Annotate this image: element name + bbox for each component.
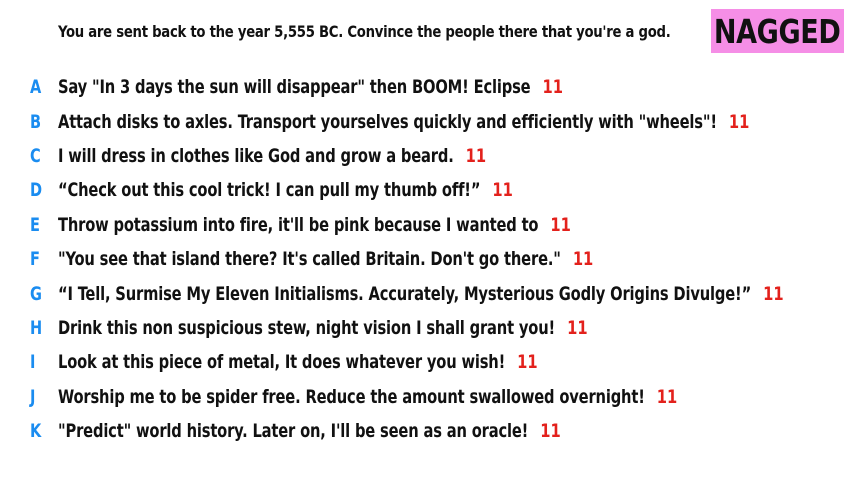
answer-letter: C bbox=[30, 144, 41, 167]
answer-row-b[interactable]: B Attach disks to axles. Transport yours… bbox=[0, 104, 853, 138]
answer-row-f[interactable]: F "You see that island there? It's calle… bbox=[0, 242, 853, 276]
answer-text: "Predict" world history. Later on, I'll … bbox=[58, 420, 529, 443]
answer-row-h[interactable]: H Drink this non suspicious stew, night … bbox=[0, 311, 853, 345]
answer-row-k[interactable]: K "Predict" world history. Later on, I'l… bbox=[0, 414, 853, 448]
answer-score: 11 bbox=[763, 282, 784, 305]
answer-score: 11 bbox=[728, 110, 750, 133]
answer-text: Say "In 3 days the sun will disappear" t… bbox=[58, 76, 531, 99]
answer-list: A Say "In 3 days the sun will disappear"… bbox=[0, 70, 853, 448]
answer-letter: D bbox=[30, 179, 43, 202]
answer-score: 11 bbox=[517, 351, 538, 374]
answer-score: 11 bbox=[656, 385, 678, 408]
answer-score: 11 bbox=[572, 248, 594, 271]
answer-row-i[interactable]: I Look at this piece of metal, It does w… bbox=[0, 345, 853, 379]
answer-text: “I Tell, Surmise My Eleven Initialisms. … bbox=[58, 282, 752, 305]
answer-text: Worship me to be spider free. Reduce the… bbox=[58, 385, 645, 408]
answer-letter: B bbox=[30, 110, 42, 133]
answer-score: 11 bbox=[492, 179, 513, 202]
answer-text: Throw potassium into fire, it'll be pink… bbox=[58, 213, 539, 236]
answer-letter: F bbox=[30, 248, 40, 271]
answer-text: I will dress in clothes like God and gro… bbox=[58, 144, 454, 167]
answer-text: Attach disks to axles. Transport yoursel… bbox=[58, 110, 717, 133]
status-badge: NAGGED bbox=[711, 9, 844, 53]
answer-score: 11 bbox=[542, 76, 563, 99]
answer-score: 11 bbox=[567, 316, 588, 339]
answer-row-d[interactable]: D “Check out this cool trick! I can pull… bbox=[0, 173, 853, 207]
answer-text: Drink this non suspicious stew, night vi… bbox=[58, 316, 556, 339]
answer-row-c[interactable]: C I will dress in clothes like God and g… bbox=[0, 139, 853, 173]
answer-score: 11 bbox=[550, 213, 571, 236]
answer-letter: G bbox=[30, 282, 42, 305]
answer-score: 11 bbox=[465, 144, 487, 167]
answer-text: "You see that island there? It's called … bbox=[58, 248, 561, 271]
answer-letter: I bbox=[30, 351, 36, 374]
question-prompt: You are sent back to the year 5,555 BC. … bbox=[58, 22, 671, 41]
answer-row-j[interactable]: J Worship me to be spider free. Reduce t… bbox=[0, 380, 853, 414]
answer-text: Look at this piece of metal, It does wha… bbox=[58, 351, 506, 374]
answer-letter: K bbox=[30, 420, 42, 443]
status-badge-label: NAGGED bbox=[714, 11, 841, 51]
answer-letter: A bbox=[30, 76, 42, 99]
answer-letter: J bbox=[30, 385, 36, 408]
answer-letter: E bbox=[30, 213, 40, 236]
answer-row-g[interactable]: G “I Tell, Surmise My Eleven Initialisms… bbox=[0, 276, 853, 310]
answer-text: “Check out this cool trick! I can pull m… bbox=[58, 179, 481, 202]
answer-row-a[interactable]: A Say "In 3 days the sun will disappear"… bbox=[0, 70, 853, 104]
answer-score: 11 bbox=[540, 420, 561, 443]
answer-row-e[interactable]: E Throw potassium into fire, it'll be pi… bbox=[0, 208, 853, 242]
answer-letter: H bbox=[30, 316, 43, 339]
